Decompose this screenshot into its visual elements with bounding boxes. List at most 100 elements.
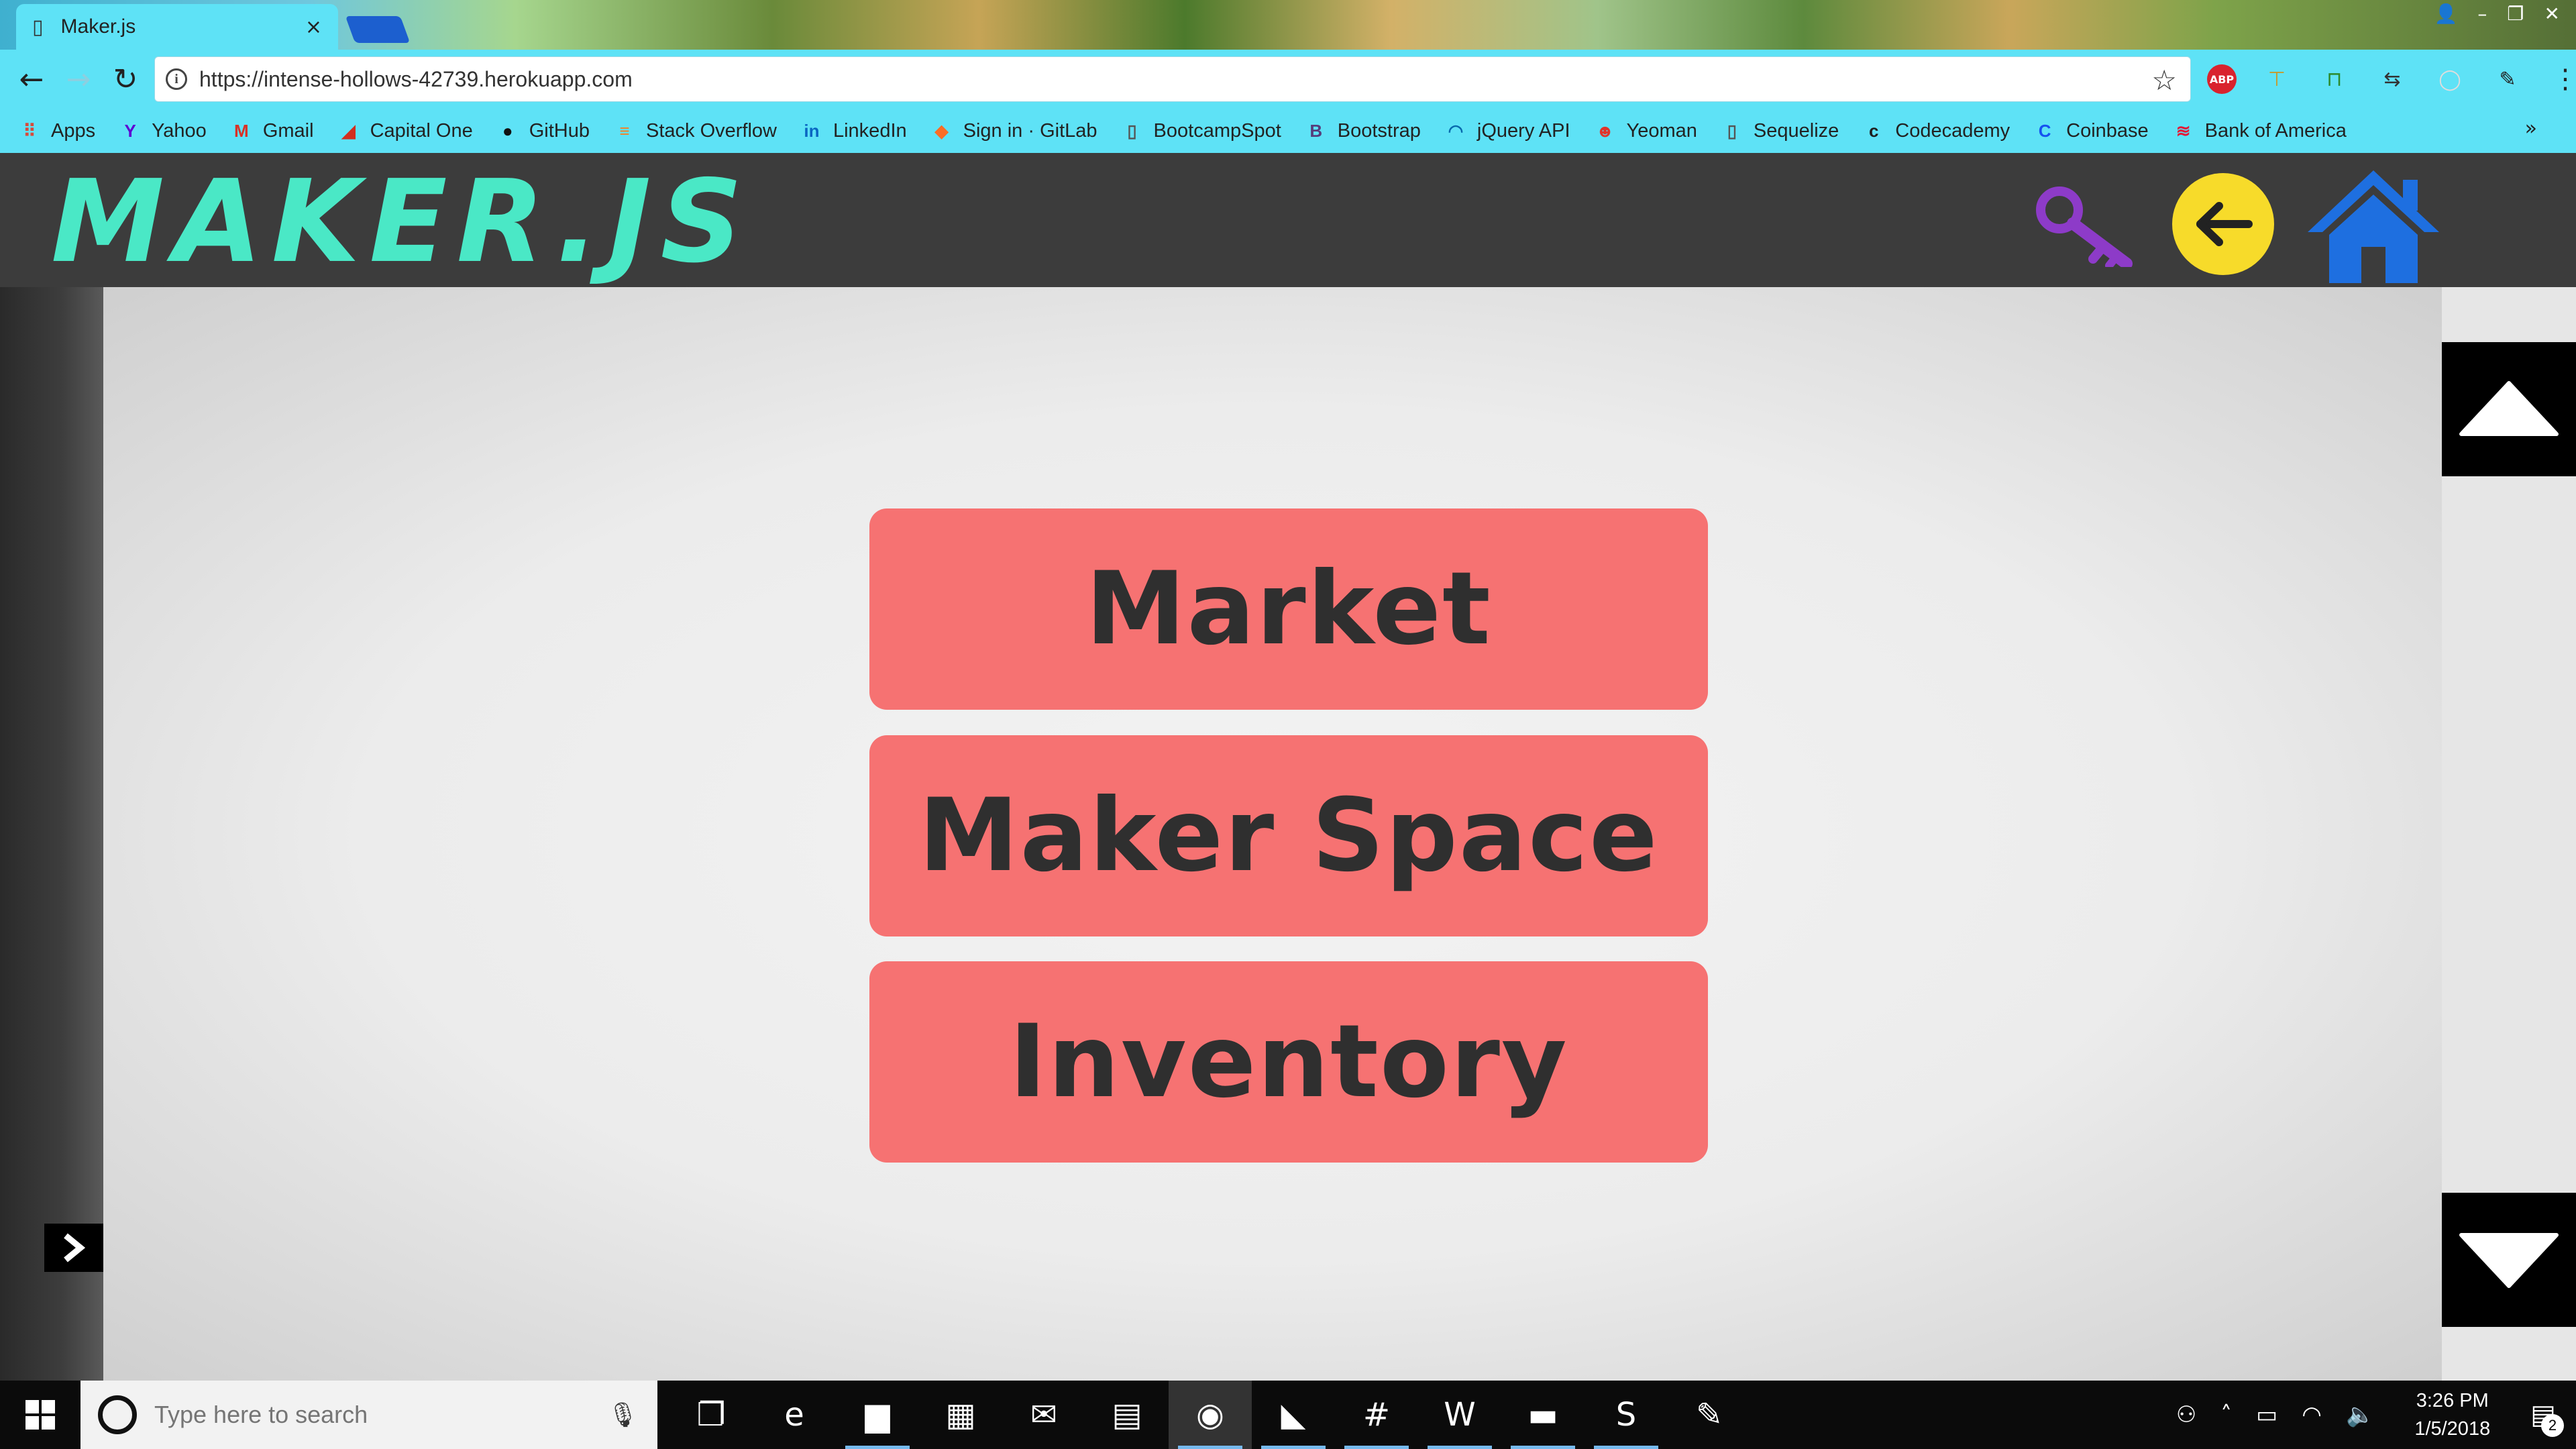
user-icon[interactable]: 👤: [2434, 3, 2458, 25]
capital-one-icon: ◢: [341, 120, 356, 141]
bookmark-label: Sign in · GitLab: [963, 119, 1097, 142]
app-logo[interactable]: MAKER.JS: [51, 165, 752, 279]
bookmark-stack-overflow[interactable]: ≡ Stack Overflow: [612, 119, 777, 143]
inventory-button[interactable]: Inventory: [869, 961, 1708, 1163]
bookmark-bootstrap[interactable]: B Bootstrap: [1304, 119, 1421, 143]
scroll-down-button[interactable]: [2442, 1193, 2576, 1327]
market-button[interactable]: Market: [869, 508, 1708, 710]
reload-icon[interactable]: ↻: [102, 56, 149, 103]
extension-icon[interactable]: ⊤: [2259, 62, 2294, 97]
close-window-icon[interactable]: ✕: [2544, 3, 2560, 25]
stackoverflow-icon: ≡: [619, 120, 630, 141]
arrows-icon[interactable]: ⇆: [2375, 62, 2410, 97]
chevron-up-icon[interactable]: ˄: [2220, 1401, 2232, 1428]
store-icon[interactable]: ▦: [919, 1381, 1002, 1449]
clock-date: 1/5/2018: [2414, 1418, 2491, 1440]
taskbar-search[interactable]: 🎙: [80, 1381, 657, 1449]
minimize-icon[interactable]: –: [2477, 3, 2487, 25]
coinbase-icon: C: [2038, 120, 2051, 141]
forward-icon[interactable]: →: [55, 56, 102, 103]
triangle-up-icon: [2459, 381, 2559, 436]
tab-title: Maker.js: [60, 15, 136, 38]
bookmark-label: Bootstrap: [1337, 119, 1421, 142]
circle-icon[interactable]: ◯: [2432, 62, 2467, 97]
bookmark-yeoman[interactable]: ☻ Yeoman: [1593, 119, 1697, 143]
task-view-icon[interactable]: ❐: [669, 1381, 753, 1449]
volume-icon[interactable]: 🔈: [2346, 1401, 2374, 1428]
mail-icon[interactable]: ✉: [1002, 1381, 1085, 1449]
bookmark-bootcampspot[interactable]: ▯ BootcampSpot: [1120, 119, 1281, 143]
action-center-button[interactable]: ▤ 2: [2530, 1399, 2564, 1437]
restore-icon[interactable]: ❐: [2507, 3, 2524, 25]
people-icon[interactable]: ⚇: [2176, 1401, 2196, 1428]
edge-icon[interactable]: e: [753, 1381, 836, 1449]
terminal-icon[interactable]: ▬: [1501, 1381, 1585, 1449]
eyedropper-icon[interactable]: ✎: [2490, 62, 2525, 97]
bookmarks-overflow-icon[interactable]: »: [2525, 117, 2537, 140]
bookmark-label: LinkedIn: [833, 119, 907, 142]
url-input[interactable]: [199, 66, 2078, 92]
bookmark-capital-one[interactable]: ◢ Capital One: [337, 119, 473, 143]
yahoo-icon: Y: [124, 120, 136, 141]
browser-title-bar: ▯ Maker.js × 👤 – ❐ ✕: [0, 0, 2576, 50]
window-controls: 👤 – ❐ ✕: [2434, 3, 2560, 25]
paint-icon[interactable]: ✎: [1668, 1381, 1751, 1449]
microphone-icon[interactable]: 🎙: [608, 1401, 639, 1429]
calculator-icon[interactable]: ▤: [1085, 1381, 1169, 1449]
browser-tab[interactable]: ▯ Maker.js ×: [16, 4, 338, 50]
bookmark-codecademy[interactable]: c Codecademy: [1862, 119, 2010, 143]
bookmark-label: Coinbase: [2066, 119, 2149, 142]
adblock-plus-icon[interactable]: ABP: [2207, 64, 2237, 94]
gmail-icon: M: [233, 120, 249, 141]
battery-icon[interactable]: ▭: [2256, 1401, 2277, 1428]
slack-icon[interactable]: #: [1335, 1381, 1418, 1449]
bank-of-america-icon: ≋: [2176, 120, 2191, 141]
bookmark-jquery-api[interactable]: ◠ jQuery API: [1444, 119, 1570, 143]
new-tab-button[interactable]: [345, 16, 411, 43]
bookmark-linkedin[interactable]: in LinkedIn: [800, 119, 907, 143]
bookmark-sign-in-gitlab[interactable]: ◆ Sign in · GitLab: [930, 119, 1097, 143]
notification-count: 2: [2541, 1414, 2564, 1437]
bookmark-label: GitHub: [529, 119, 590, 142]
chrome-menu-icon[interactable]: ⋮: [2548, 62, 2576, 97]
bookmark-label: Codecademy: [1895, 119, 2010, 142]
windows-logo-icon: [25, 1400, 55, 1430]
scroll-up-button[interactable]: [2442, 342, 2576, 476]
chrome-icon[interactable]: ◉: [1169, 1381, 1252, 1449]
bookmark-bank-of-america[interactable]: ≋ Bank of America: [2171, 119, 2347, 143]
close-tab-icon[interactable]: ×: [305, 15, 322, 39]
bookmark-label: Apps: [51, 119, 96, 142]
file-explorer-icon[interactable]: ▆: [836, 1381, 919, 1449]
bookmark-yahoo[interactable]: Y Yahoo: [118, 119, 206, 143]
bookmark-label: BootcampSpot: [1153, 119, 1281, 142]
sidebar-toggle-button[interactable]: [44, 1224, 103, 1272]
cortana-icon: [98, 1395, 137, 1434]
clock[interactable]: 3:26 PM 1/5/2018: [2414, 1387, 2490, 1443]
bookmark-label: Stack Overflow: [645, 119, 777, 142]
bookmark-github[interactable]: ● GitHub: [496, 119, 590, 143]
taskbar-search-input[interactable]: [154, 1401, 590, 1429]
app-header: MAKER.JS: [0, 153, 2576, 287]
bookmark-star-icon[interactable]: ☆: [2151, 64, 2177, 97]
sublime-text-icon[interactable]: S: [1585, 1381, 1668, 1449]
wifi-icon[interactable]: ◠: [2302, 1401, 2322, 1428]
maker-space-button[interactable]: Maker Space: [869, 735, 1708, 936]
clock-time: 3:26 PM: [2416, 1389, 2489, 1411]
bookmark-apps[interactable]: ⠿ Apps: [17, 119, 95, 143]
home-icon[interactable]: [2305, 165, 2442, 286]
bookmark-coinbase[interactable]: C Coinbase: [2033, 119, 2149, 143]
key-icon[interactable]: [2033, 180, 2140, 267]
start-button[interactable]: [0, 1381, 80, 1449]
word-icon[interactable]: W: [1418, 1381, 1501, 1449]
bookmark-label: Sequelize: [1753, 119, 1839, 142]
browser-toolbar: ← → ↻ i ☆ ABP ⊤ ⊓ ⇆ ◯ ✎ ⋮: [0, 50, 2576, 109]
bookmark-gmail[interactable]: M Gmail: [229, 119, 314, 143]
address-bar[interactable]: i ☆: [154, 56, 2191, 102]
mysql-workbench-icon[interactable]: ◣: [1252, 1381, 1335, 1449]
back-button[interactable]: [2172, 173, 2274, 275]
back-icon[interactable]: ←: [8, 56, 55, 103]
bookmark-sequelize[interactable]: ▯ Sequelize: [1720, 119, 1839, 143]
site-info-icon[interactable]: i: [166, 68, 187, 90]
new-badge-icon[interactable]: ⊓: [2317, 62, 2352, 97]
back-arrow-icon: [2196, 202, 2253, 246]
